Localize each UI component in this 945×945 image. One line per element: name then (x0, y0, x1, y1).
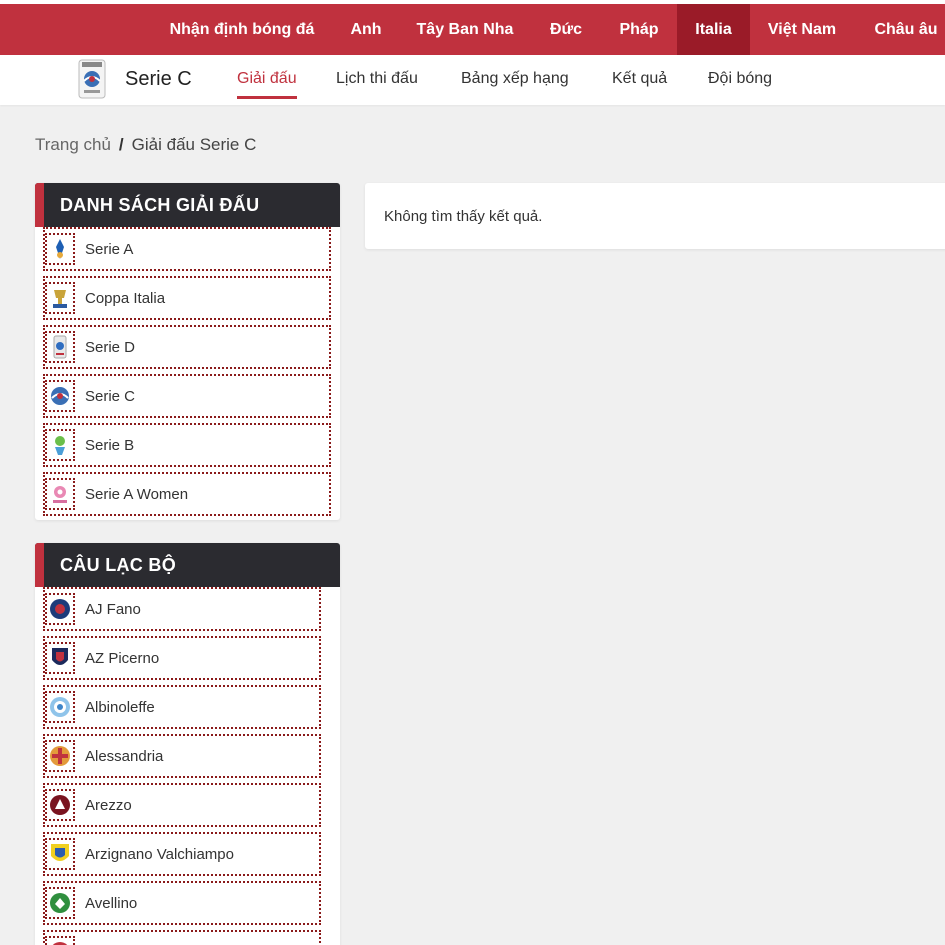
serie-c-icon (45, 380, 75, 412)
avellino-crest-icon (45, 887, 75, 919)
arzignano-crest-icon (45, 838, 75, 870)
club-item-label: AZ Picerno (85, 650, 160, 667)
club-item-label: AJ Fano (85, 601, 141, 618)
tournament-item-serie-a[interactable]: Serie A (43, 227, 331, 271)
tournament-item-label: Serie A Women (85, 486, 189, 503)
club-item-arzignano[interactable]: Arzignano Valchiampo (43, 832, 321, 876)
tournament-item-label: Serie B (85, 437, 135, 454)
tournament-item-label: Serie D (85, 339, 136, 356)
club-item-alessandria[interactable]: Alessandria (43, 734, 321, 778)
tournament-list-panel: DANH SÁCH GIẢI ĐẤU Serie A Coppa Italia … (35, 183, 340, 520)
club-item-label: Arezzo (85, 797, 132, 814)
club-item-avellino[interactable]: Avellino (43, 881, 321, 925)
tournament-item-serie-a-women[interactable]: Serie A Women (43, 472, 331, 516)
aj-fano-crest-icon (45, 593, 75, 625)
alessandria-crest-icon (45, 740, 75, 772)
tournament-item-coppa-italia[interactable]: Coppa Italia (43, 276, 331, 320)
clubs-title: CÂU LẠC BỘ (35, 543, 340, 587)
club-item-label: Albinoleffe (85, 699, 155, 716)
tournament-item-serie-b[interactable]: Serie B (43, 423, 331, 467)
league-title: Serie C (125, 68, 192, 90)
serie-c-logo-icon[interactable] (78, 59, 106, 99)
tab-schedule[interactable]: Lịch thi đấu (336, 70, 418, 88)
club-crest-icon (45, 936, 75, 945)
serie-a-women-icon (45, 478, 75, 510)
breadcrumb: Trang chủ / Giải đấu Serie C (35, 135, 256, 155)
breadcrumb-current: Giải đấu Serie C (131, 135, 257, 154)
clubs-list: AJ Fano AZ Picerno Albinoleffe Alessandr… (43, 587, 321, 945)
breadcrumb-separator: / (118, 135, 124, 154)
club-item-label: Arzignano Valchiampo (85, 846, 234, 863)
top-nav-item-germany[interactable]: Đức (535, 4, 597, 55)
breadcrumb-home[interactable]: Trang chủ (35, 135, 111, 154)
tab-teams[interactable]: Đội bóng (708, 70, 772, 88)
tournament-item-label: Serie A (85, 241, 134, 258)
tab-results[interactable]: Kết quả (612, 70, 667, 88)
tab-tournament[interactable]: Giải đấu (237, 70, 297, 99)
top-nav-item-vietnam[interactable]: Việt Nam (756, 4, 848, 55)
coppa-italia-icon (45, 282, 75, 314)
tab-standings[interactable]: Bảng xếp hạng (461, 70, 569, 88)
albinoleffe-crest-icon (45, 691, 75, 723)
empty-result-message: Không tìm thấy kết quả. (384, 208, 543, 225)
tournament-list-title: DANH SÁCH GIẢI ĐẤU (35, 183, 340, 227)
clubs-panel: CÂU LẠC BỘ AJ Fano AZ Picerno Albinoleff… (35, 543, 340, 945)
top-nav-item-england[interactable]: Anh (335, 4, 397, 55)
top-nav-item-france[interactable]: Pháp (606, 4, 672, 55)
club-item-albinoleffe[interactable]: Albinoleffe (43, 685, 321, 729)
top-nav-item-predictions[interactable]: Nhận định bóng đá (158, 4, 326, 55)
tournament-item-label: Coppa Italia (85, 290, 166, 307)
serie-b-icon (45, 429, 75, 461)
tournament-item-serie-c[interactable]: Serie C (43, 374, 331, 418)
club-item-label: Alessandria (85, 748, 164, 765)
tournament-item-serie-d[interactable]: Serie D (43, 325, 331, 369)
tournament-list: Serie A Coppa Italia Serie D Serie C Ser… (43, 227, 331, 516)
league-nav: Serie C Giải đấu Lịch thi đấu Bảng xếp h… (0, 55, 945, 105)
club-item-next[interactable] (43, 930, 321, 945)
tournament-item-label: Serie C (85, 388, 136, 405)
club-item-label: Avellino (85, 895, 138, 912)
club-item-az-picerno[interactable]: AZ Picerno (43, 636, 321, 680)
top-nav-item-spain[interactable]: Tây Ban Nha (407, 4, 523, 55)
arezzo-crest-icon (45, 789, 75, 821)
top-nav: Nhận định bóng đá Anh Tây Ban Nha Đức Ph… (0, 0, 945, 55)
az-picerno-crest-icon (45, 642, 75, 674)
results-area: Không tìm thấy kết quả. (365, 183, 945, 249)
serie-d-icon (45, 331, 75, 363)
top-nav-item-italy[interactable]: Italia (677, 4, 750, 55)
top-nav-item-europe[interactable]: Châu âu (862, 4, 945, 55)
club-item-arezzo[interactable]: Arezzo (43, 783, 321, 827)
serie-a-icon (45, 233, 75, 265)
club-item-aj-fano[interactable]: AJ Fano (43, 587, 321, 631)
